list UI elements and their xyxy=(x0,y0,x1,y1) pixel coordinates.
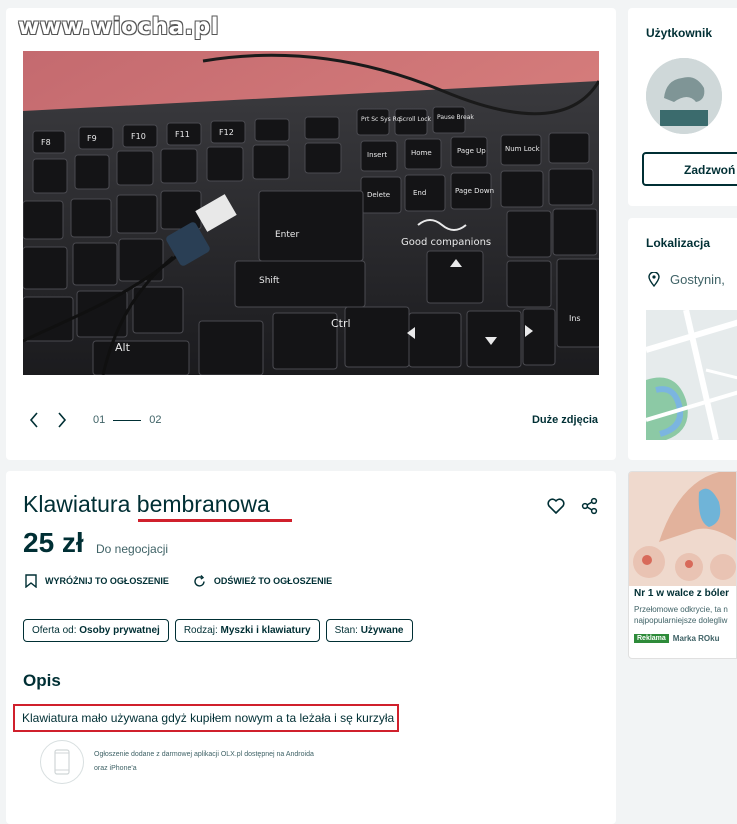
insert-label: Insert xyxy=(367,151,387,159)
location-card: Lokalizacja Gostynin, xyxy=(628,218,737,460)
fkey-label: F9 xyxy=(87,134,97,143)
gallery-controls: 01 02 Duże zdjęcia xyxy=(23,408,598,432)
phone-icon xyxy=(40,740,84,784)
user-label: Użytkownik xyxy=(646,26,713,40)
chevron-right-icon xyxy=(58,412,67,428)
next-photo-button[interactable] xyxy=(51,409,73,431)
fkey-label: F11 xyxy=(175,130,190,139)
param-label: Oferta od: xyxy=(32,625,77,636)
fkey-label: F8 xyxy=(41,138,51,147)
param-value: Myszki i klawiatury xyxy=(220,625,311,636)
location-row: Gostynin, xyxy=(648,272,725,287)
listing-title: Klawiatura bembranowa xyxy=(23,491,270,517)
param-type[interactable]: Rodzaj: Myszki i klawiatury xyxy=(174,619,320,642)
listing-price: 25 zł xyxy=(23,527,84,558)
ad-description-line: najpopularniejsze dolegliw xyxy=(634,616,728,625)
ins-key-label: Ins xyxy=(569,314,581,323)
refresh-icon xyxy=(194,574,205,587)
page-down-label: Page Down xyxy=(455,187,494,195)
page-up-label: Page Up xyxy=(457,147,486,155)
photo-counter-current: 01 xyxy=(93,414,106,426)
photo-counter-total: 02 xyxy=(149,414,162,426)
ad-brand: Marka ROku xyxy=(672,634,720,643)
photo-counter: 01 02 xyxy=(93,414,162,426)
pause-break-label: Pause Break xyxy=(437,114,474,121)
param-label: Rodzaj: xyxy=(183,625,218,636)
fkey-label: F10 xyxy=(131,132,146,141)
page: www.wiocha.pl F8 F9 F10 F11 F12 Prt Sc S… xyxy=(0,0,737,824)
param-value: Używane xyxy=(360,625,404,636)
delete-label: Delete xyxy=(367,191,390,199)
param-value: Osoby prywatnej xyxy=(79,625,160,636)
listing-photo[interactable]: F8 F9 F10 F11 F12 Prt Sc Sys Rq Scroll L… xyxy=(23,51,599,375)
ad-badge: Reklama xyxy=(634,634,669,643)
title-highlight-underline xyxy=(138,519,292,522)
share-icon xyxy=(581,497,598,515)
bookmark-icon xyxy=(25,574,37,588)
ctrl-key-label: Ctrl xyxy=(331,317,351,330)
map-pin-icon xyxy=(648,272,660,287)
location-map[interactable] xyxy=(646,310,737,440)
big-photos-link[interactable]: Duże zdjęcia xyxy=(532,414,598,426)
description-text: Klawiatura mało używana gdyż kupiłem now… xyxy=(22,711,395,725)
ad-image xyxy=(629,472,736,586)
user-card: Użytkownik Zadzwoń xyxy=(628,8,737,206)
ad-description-line: Przełomowe odkrycie, ta n xyxy=(634,605,728,614)
previous-photo-button[interactable] xyxy=(23,409,45,431)
description-heading: Opis xyxy=(23,671,61,690)
favorite-button[interactable] xyxy=(546,496,566,516)
home-label: Home xyxy=(411,149,432,157)
call-button[interactable]: Zadzwoń xyxy=(642,152,737,186)
avatar[interactable] xyxy=(646,58,722,134)
shift-key-label: Shift xyxy=(259,276,280,286)
location-city: Gostynin, xyxy=(670,272,725,287)
chevron-left-icon xyxy=(29,412,38,428)
param-label: Stan: xyxy=(334,625,358,636)
num-lock-label: Num Lock xyxy=(505,145,541,153)
photo-gallery: F8 F9 F10 F11 F12 Prt Sc Sys Rq Scroll L… xyxy=(6,8,616,460)
enter-key-label: Enter xyxy=(275,230,299,240)
heart-icon xyxy=(547,498,565,514)
listing-params: Oferta od: Osoby prywatnej Rodzaj: Myszk… xyxy=(23,619,413,642)
scroll-lock-label: Scroll Lock xyxy=(399,116,432,123)
site-watermark: www.wiocha.pl xyxy=(18,14,220,40)
app-note: Ogłoszenie dodane z darmowej aplikacji O… xyxy=(40,740,324,784)
app-note-text: Ogłoszenie dodane z darmowej aplikacji O… xyxy=(94,751,314,772)
param-condition[interactable]: Stan: Używane xyxy=(325,619,413,642)
end-label: End xyxy=(413,189,426,197)
location-label: Lokalizacja xyxy=(646,236,711,250)
prtsc-label: Prt Sc Sys Rq xyxy=(361,116,401,123)
ad-footer: Reklama Marka ROku xyxy=(634,634,719,643)
refresh-listing-label: ODŚWIEŻ TO OGŁOSZENIE xyxy=(213,576,333,586)
negotiation-label: Do negocjacji xyxy=(96,542,169,556)
listing-details: Klawiatura bembranowa 25 zł Do negocjacj… xyxy=(6,471,616,824)
param-offer-from[interactable]: Oferta od: Osoby prywatnej xyxy=(23,619,169,642)
title-actions xyxy=(546,496,600,516)
share-button[interactable] xyxy=(580,496,600,516)
refresh-listing-button[interactable]: ODŚWIEŻ TO OGŁOSZENIE xyxy=(193,574,332,588)
promote-listing-button[interactable]: WYRÓŻNIJ TO OGŁOSZENIE xyxy=(25,574,169,588)
ad-title: Nr 1 w walce z bóler xyxy=(634,588,730,599)
alt-key-label: Alt xyxy=(115,341,131,354)
photo-counter-divider xyxy=(113,419,142,421)
ad-description: Przełomowe odkrycie, ta n najpopularniej… xyxy=(634,604,728,626)
keyboard-brand-label: Good companions xyxy=(401,237,491,248)
fkey-label: F12 xyxy=(219,128,234,137)
promote-listing-label: WYRÓŻNIJ TO OGŁOSZENIE xyxy=(45,576,169,586)
listing-actions: WYRÓŻNIJ TO OGŁOSZENIE ODŚWIEŻ TO OGŁOSZ… xyxy=(25,574,332,588)
ad-card[interactable]: Nr 1 w walce z bóler Przełomowe odkrycie… xyxy=(628,471,737,659)
